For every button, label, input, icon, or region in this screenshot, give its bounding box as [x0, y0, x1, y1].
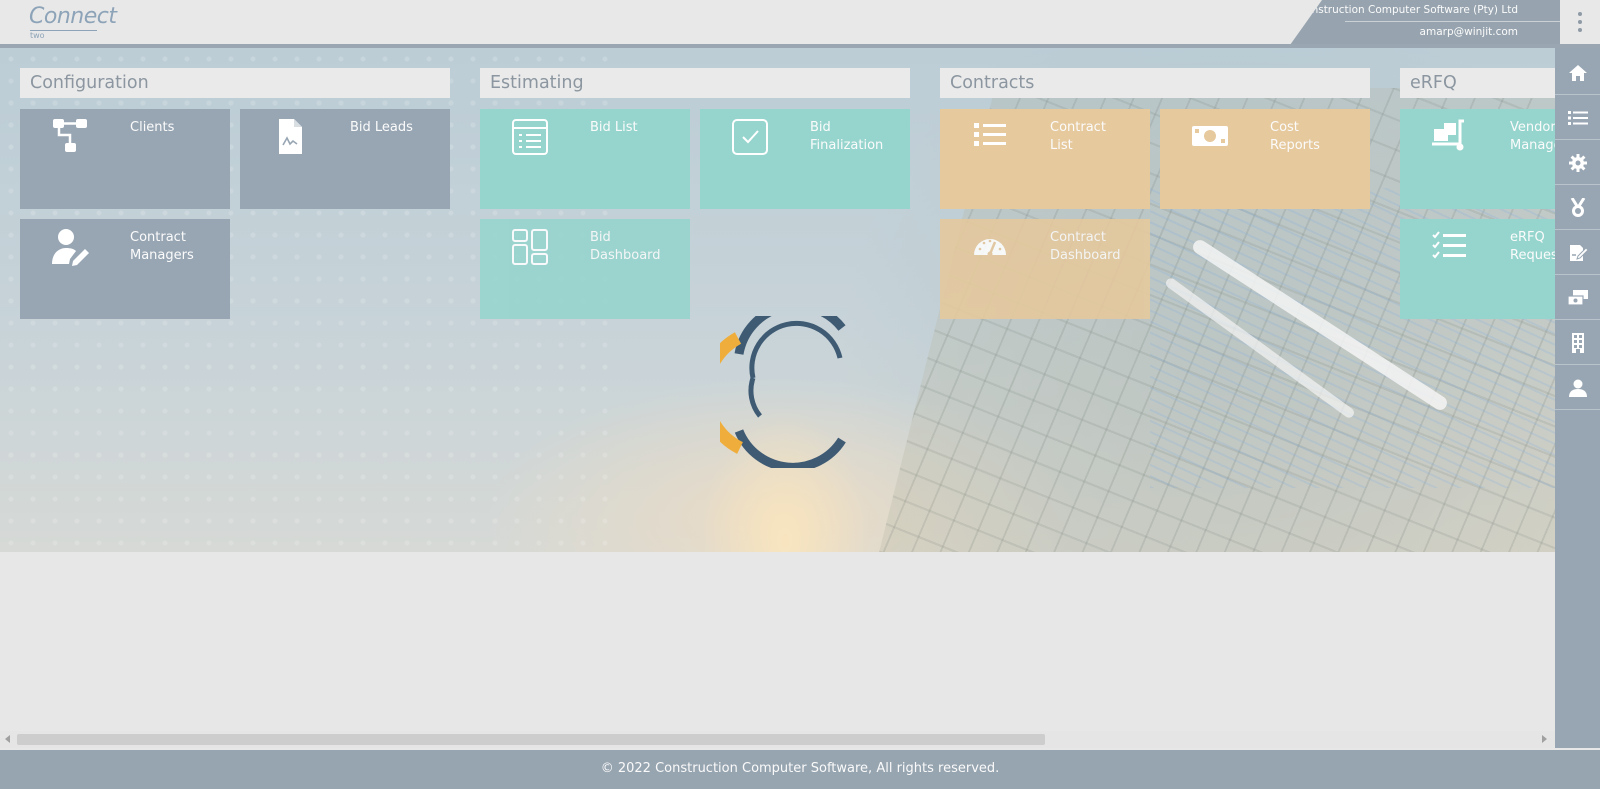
tile-label: Contract Managers — [130, 230, 194, 263]
list-icon — [1567, 110, 1588, 125]
tile-label: Cost Reports — [1270, 120, 1320, 153]
sidebar-item-payments[interactable] — [1555, 276, 1600, 320]
connect-logo[interactable]: Connect two — [29, 4, 119, 41]
money-icon — [1192, 126, 1228, 146]
logo-text: Connect — [29, 4, 117, 29]
tile-label: Bid Leads — [350, 120, 413, 135]
horizontal-scrollbar[interactable] — [0, 731, 1555, 748]
tile-bid-dashboard[interactable]: Bid Dashboard — [480, 219, 690, 319]
tile-bid-finalization[interactable]: Bid Finalization — [700, 109, 910, 209]
section-erfq: eRFQ Vendor Manage eRFQ Reques — [1400, 68, 1555, 328]
copyright-text: © 2022 Construction Computer Software, A… — [600, 761, 1000, 776]
sidebar-item-home[interactable] — [1555, 51, 1600, 95]
tile-label: Contract List — [1050, 120, 1106, 153]
app-header: Connect two Construction Computer Softwa… — [0, 0, 1600, 45]
tile-vendor-management[interactable]: Vendor Manage — [1400, 109, 1555, 209]
sidebar-item-company[interactable] — [1555, 321, 1600, 365]
tile-erfq-requests[interactable]: eRFQ Reques — [1400, 219, 1555, 319]
sidebar-item-awards[interactable] — [1555, 186, 1600, 230]
scrollbar-thumb[interactable] — [17, 734, 1045, 745]
user-email[interactable]: amarp@winjit.com — [1420, 26, 1518, 38]
list-document-icon — [512, 119, 548, 155]
tile-label: eRFQ Reques — [1510, 230, 1555, 263]
tile-label: Clients — [130, 120, 175, 135]
tile-label: Contract Dashboard — [1050, 230, 1121, 263]
sidebar-item-profile[interactable] — [1555, 366, 1600, 410]
home-icon — [1568, 64, 1587, 81]
section-title-erfq: eRFQ — [1400, 68, 1555, 98]
check-square-icon — [732, 119, 768, 155]
medal-icon — [1570, 197, 1585, 217]
logo-subtext: two — [30, 30, 97, 41]
footer: © 2022 Construction Computer Software, A… — [0, 750, 1600, 789]
tile-contract-dashboard[interactable]: Contract Dashboard — [940, 219, 1150, 319]
signed-document-icon — [279, 119, 302, 154]
tile-cost-reports[interactable]: Cost Reports — [1160, 109, 1370, 209]
account-divider — [1345, 21, 1560, 22]
account-panel: Construction Computer Software (Pty) Ltd… — [1290, 0, 1560, 45]
company-name: Construction Computer Software (Pty) Ltd — [1297, 4, 1518, 16]
user-icon — [1568, 379, 1587, 397]
loading-spinner — [720, 316, 846, 468]
right-sidebar — [1555, 48, 1600, 748]
tile-contract-list[interactable]: Contract List — [940, 109, 1150, 209]
signature-icon — [1569, 244, 1588, 261]
dolly-icon — [1432, 119, 1464, 151]
building-icon — [1571, 332, 1584, 353]
tile-bid-list[interactable]: Bid List — [480, 109, 690, 209]
sidebar-item-signing[interactable] — [1555, 231, 1600, 275]
sidebar-item-list[interactable] — [1555, 96, 1600, 140]
scroll-left-arrow-icon[interactable] — [5, 735, 10, 743]
gear-icon — [1568, 153, 1587, 172]
sitemap-icon — [53, 119, 87, 152]
tile-label: Bid Finalization — [810, 120, 884, 153]
tile-label: Bid List — [590, 120, 638, 135]
tile-label: Vendor Manage — [1510, 120, 1555, 153]
tile-bid-leads[interactable]: Bid Leads — [240, 109, 450, 209]
section-title-configuration: Configuration — [20, 68, 450, 98]
section-title-estimating: Estimating — [480, 68, 910, 98]
list-icon — [974, 123, 1006, 146]
sidebar-item-settings[interactable] — [1555, 141, 1600, 185]
section-title-contracts: Contracts — [940, 68, 1370, 98]
tile-label: Bid Dashboard — [590, 230, 661, 263]
tile-clients[interactable]: Clients — [20, 109, 230, 209]
checklist-icon — [1432, 231, 1466, 259]
speedometer-icon — [974, 239, 1006, 257]
tile-contract-managers[interactable]: Contract Managers — [20, 219, 230, 319]
money-transfer-icon — [1567, 289, 1588, 306]
scroll-right-arrow-icon[interactable] — [1542, 735, 1547, 743]
dashboard-layout-icon — [512, 229, 548, 265]
more-menu-icon[interactable] — [1572, 10, 1588, 34]
user-edit-icon — [52, 229, 89, 266]
